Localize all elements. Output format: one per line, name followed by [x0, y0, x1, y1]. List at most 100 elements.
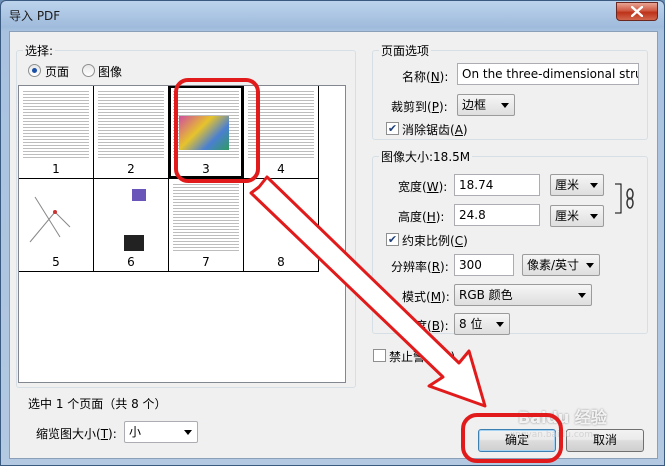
close-button[interactable]: [616, 2, 658, 21]
page-number: 3: [202, 162, 210, 176]
link-chain-icon: [615, 183, 634, 214]
page-preview: [23, 89, 89, 159]
selection-status: 选中 1 个页面（共 8 个）: [28, 397, 167, 411]
chevron-down-icon: [184, 430, 192, 435]
crop-key: P: [431, 100, 439, 114]
chevron-down-icon: [590, 214, 598, 219]
depth-label: 位深度(B):: [391, 319, 449, 333]
constrain-key: C: [454, 234, 464, 248]
constrain-checkbox[interactable]: ✔: [386, 233, 399, 246]
page-preview: [98, 89, 164, 159]
height-unit-value: 厘米: [555, 209, 580, 223]
window-title: 导入 PDF: [9, 9, 61, 23]
thumb-size-label: 缩览图大小(T):: [36, 427, 117, 441]
resolution-field[interactable]: 300: [454, 254, 514, 276]
width-key: W: [426, 180, 439, 194]
thumb-size-label-text: 缩览图大小(: [36, 427, 101, 441]
watermark-url: jingyan.baidu.com: [510, 430, 594, 440]
page-figure: [124, 235, 144, 251]
page-number: 5: [52, 255, 60, 269]
title-bar[interactable]: 导入 PDF: [1, 1, 664, 29]
mode-value: RGB 颜色: [459, 288, 513, 302]
page-number: 8: [277, 255, 285, 269]
chevron-down-icon: [578, 293, 586, 298]
height-field[interactable]: 24.8: [454, 204, 540, 226]
watermark-text: Baidu 经验: [518, 408, 607, 427]
page-figure: [132, 189, 146, 201]
mode-select[interactable]: RGB 颜色: [454, 284, 592, 306]
page-preview: [173, 182, 239, 252]
page-thumb-7[interactable]: 7: [169, 179, 244, 272]
resolution-label-text: 分辨率(: [391, 260, 432, 274]
image-size-legend: 图像大小:18.5M: [381, 150, 471, 164]
width-unit-value: 厘米: [555, 178, 580, 192]
page-preview: [248, 182, 314, 252]
depth-key: B: [431, 319, 440, 333]
height-key: H: [426, 210, 436, 224]
name-label: 名称(N):: [402, 70, 449, 84]
page-number: 1: [52, 162, 60, 176]
crop-label-text: 裁剪到(: [391, 100, 432, 114]
suppress-warnings-label: 禁止警告(U): [389, 350, 456, 364]
page-number: 6: [127, 255, 135, 269]
chevron-down-icon: [501, 103, 509, 108]
page-number: 2: [127, 162, 135, 176]
antialias-key: A: [454, 123, 463, 137]
radio-page-label: 页面: [45, 65, 70, 79]
height-unit-select[interactable]: 厘米: [550, 205, 604, 227]
radio-page[interactable]: [28, 64, 41, 77]
page-options-legend: 页面选项: [381, 44, 430, 58]
page-thumb-6[interactable]: 6: [94, 179, 169, 272]
antialias-label: 消除锯齿(A): [402, 123, 468, 137]
depth-select[interactable]: 8 位: [454, 313, 510, 335]
resolution-unit-select[interactable]: 像素/英寸: [522, 254, 600, 276]
antialias-checkbox[interactable]: ✔: [386, 122, 399, 135]
resolution-unit-value: 像素/英寸: [527, 258, 580, 272]
chevron-down-icon: [590, 183, 598, 188]
page-number: 4: [277, 162, 285, 176]
dialog-body: 选择: 页面 图像 1 2 3 4 5 6 7 8 选中 1 个页面（共 8 个…: [9, 31, 658, 459]
mode-label: 模式(M):: [402, 290, 450, 304]
chevron-down-icon: [496, 322, 504, 327]
page-thumb-4[interactable]: 4: [244, 86, 319, 179]
antialias-label-text: 消除锯齿(: [402, 123, 455, 137]
thumb-size-key: T: [100, 427, 109, 441]
suppress-warnings-checkbox[interactable]: [373, 349, 386, 362]
page-thumb-2[interactable]: 2: [94, 86, 169, 179]
page-figure: [179, 116, 229, 150]
mode-label-text: 模式(: [402, 290, 431, 304]
close-icon: [631, 6, 643, 17]
constrain-label-text: 约束比例(: [402, 234, 455, 248]
resolution-key: R: [431, 260, 441, 274]
width-label: 宽度(W):: [398, 180, 448, 194]
page-thumb-8[interactable]: 8: [244, 179, 319, 272]
constrain-label: 约束比例(C): [402, 234, 468, 248]
crop-value: 边框: [462, 98, 487, 112]
select-legend: 选择:: [25, 44, 54, 58]
page-thumb-1[interactable]: 1: [19, 86, 94, 179]
radio-image[interactable]: [82, 64, 95, 77]
name-field[interactable]: On the three-dimensional struct: [457, 63, 639, 85]
width-label-text: 宽度(: [398, 180, 427, 194]
page-preview: [248, 89, 314, 159]
height-label: 高度(H):: [398, 210, 445, 224]
page-thumb-5[interactable]: 5: [19, 179, 94, 272]
thumb-size-value: 小: [129, 425, 142, 439]
width-unit-select[interactable]: 厘米: [550, 174, 604, 196]
page-thumbnail-list[interactable]: 1 2 3 4 5 6 7 8: [18, 85, 346, 383]
height-label-text: 高度(: [398, 210, 427, 224]
page-figure: [29, 196, 71, 243]
resolution-label: 分辨率(R):: [391, 260, 449, 274]
crop-label: 裁剪到(P):: [391, 100, 448, 114]
import-pdf-dialog: 导入 PDF 选择: 页面 图像 1 2 3 4 5 6 7 8 选中 1 个页…: [0, 0, 665, 466]
depth-value: 8 位: [459, 317, 483, 331]
thumb-size-select[interactable]: 小: [124, 421, 198, 443]
page-thumb-3[interactable]: 3: [169, 86, 244, 179]
width-field[interactable]: 18.74: [454, 174, 540, 196]
crop-select[interactable]: 边框: [457, 94, 515, 116]
chevron-down-icon: [586, 263, 594, 268]
page-number: 7: [202, 255, 210, 269]
mode-key: M: [430, 290, 442, 304]
radio-image-label: 图像: [98, 65, 123, 79]
depth-label-text: 位深度(: [391, 319, 432, 333]
